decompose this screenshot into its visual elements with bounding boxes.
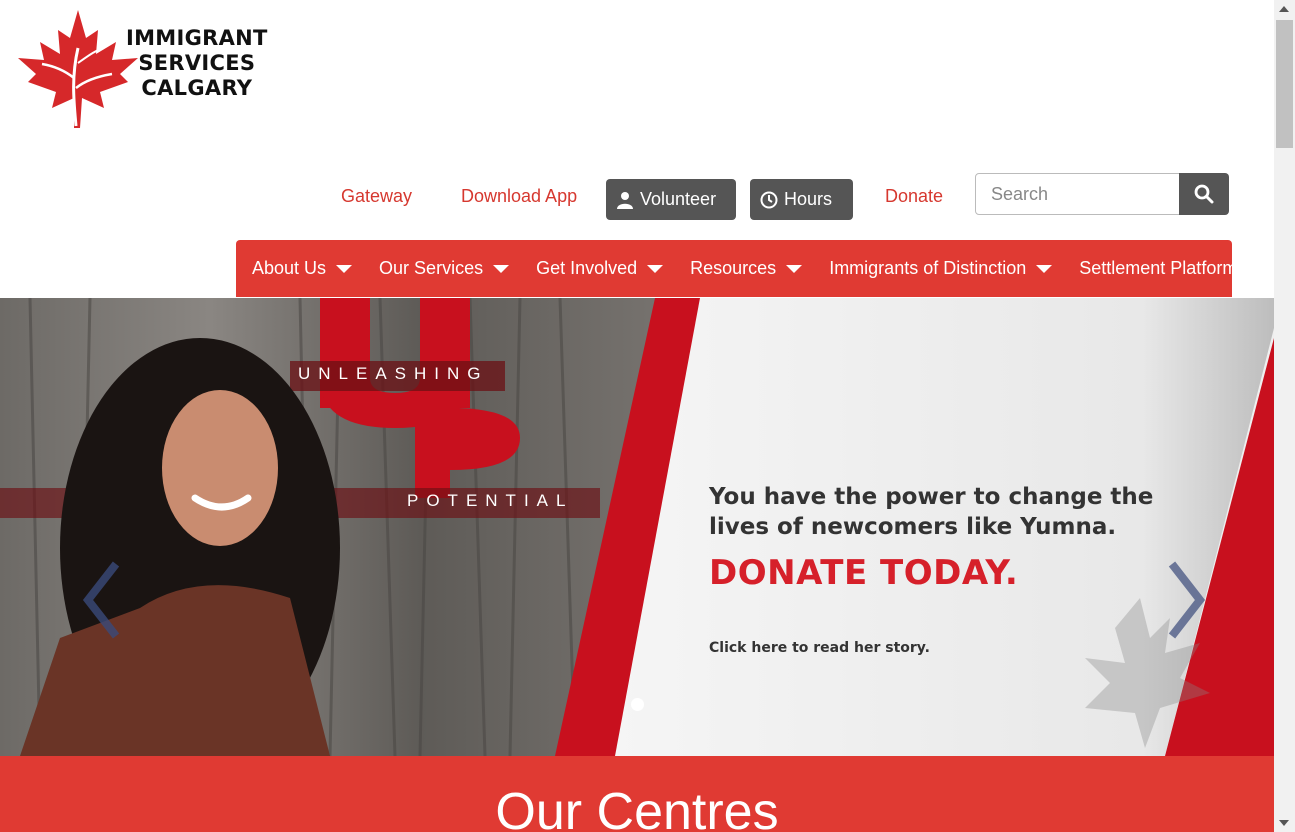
donate-link[interactable]: Donate xyxy=(885,186,943,207)
scroll-down-arrow-icon[interactable] xyxy=(1279,820,1289,826)
nav-settlement-platform-label: Settlement Platform xyxy=(1079,258,1238,278)
search-icon xyxy=(1194,184,1214,204)
carousel-indicator-dot[interactable] xyxy=(631,698,644,711)
scroll-up-arrow-icon[interactable] xyxy=(1279,6,1289,12)
nav-get-involved-label: Get Involved xyxy=(536,258,638,278)
site-logo[interactable]: IMMIGRANT SERVICES CALGARY xyxy=(16,8,276,130)
carousel-next-icon[interactable] xyxy=(1166,560,1206,640)
search-button[interactable] xyxy=(1179,173,1229,215)
section-title: Our Centres xyxy=(495,783,779,832)
user-icon xyxy=(617,191,633,209)
caret-down-icon xyxy=(1036,264,1053,273)
volunteer-label: Volunteer xyxy=(640,189,717,209)
logo-line-1: IMMIGRANT xyxy=(126,26,268,50)
nav-resources-label: Resources xyxy=(690,258,777,278)
nav-our-services-label: Our Services xyxy=(379,258,484,278)
nav-get-involved[interactable]: Get Involved xyxy=(536,258,664,279)
search-input[interactable] xyxy=(975,173,1180,215)
nav-resources[interactable]: Resources xyxy=(690,258,803,279)
page-scrollbar[interactable] xyxy=(1274,0,1295,832)
hero-donate-cta[interactable]: DONATE TODAY. xyxy=(709,553,1018,593)
hero-message: You have the power to change the lives o… xyxy=(709,482,1153,542)
hero-potential-text: POTENTIAL xyxy=(407,491,574,510)
logo-wordmark: IMMIGRANT SERVICES CALGARY xyxy=(126,26,268,101)
nav-settlement-platform[interactable]: Settlement Platform xyxy=(1079,258,1237,279)
volunteer-button[interactable]: Volunteer xyxy=(606,179,736,220)
caret-down-icon xyxy=(336,264,353,273)
logo-line-2: SERVICES xyxy=(138,51,256,75)
hero-line-2: lives of newcomers like Yumna. xyxy=(709,514,1117,540)
hours-label: Hours xyxy=(784,189,833,209)
caret-down-icon xyxy=(647,264,664,273)
hero-carousel[interactable]: UNLEASHING POTENTIAL You have the power … xyxy=(0,298,1274,756)
download-app-link[interactable]: Download App xyxy=(461,186,577,207)
caret-down-icon xyxy=(493,264,510,273)
nav-about-us[interactable]: About Us xyxy=(252,258,353,279)
clock-icon xyxy=(760,191,778,208)
hero-line-1: You have the power to change the xyxy=(709,484,1154,510)
maple-leaf-icon xyxy=(18,10,138,128)
logo-line-3: CALGARY xyxy=(141,76,253,100)
hero-unleashing-text: UNLEASHING xyxy=(298,364,489,383)
main-navigation: About Us Our Services Get Involved Resou… xyxy=(236,240,1237,297)
hours-button[interactable]: Hours xyxy=(750,179,853,220)
our-centres-section: Our Centres xyxy=(0,756,1274,832)
nav-about-us-label: About Us xyxy=(252,258,327,278)
carousel-prev-icon[interactable] xyxy=(82,560,122,640)
hero-story-link[interactable]: Click here to read her story. xyxy=(709,640,930,656)
scroll-thumb[interactable] xyxy=(1276,20,1293,148)
nav-immigrants-of-distinction[interactable]: Immigrants of Distinction xyxy=(829,258,1053,279)
nav-immigrants-of-distinction-label: Immigrants of Distinction xyxy=(829,258,1027,278)
gateway-link[interactable]: Gateway xyxy=(341,186,412,207)
nav-our-services[interactable]: Our Services xyxy=(379,258,510,279)
caret-down-icon xyxy=(786,264,803,273)
